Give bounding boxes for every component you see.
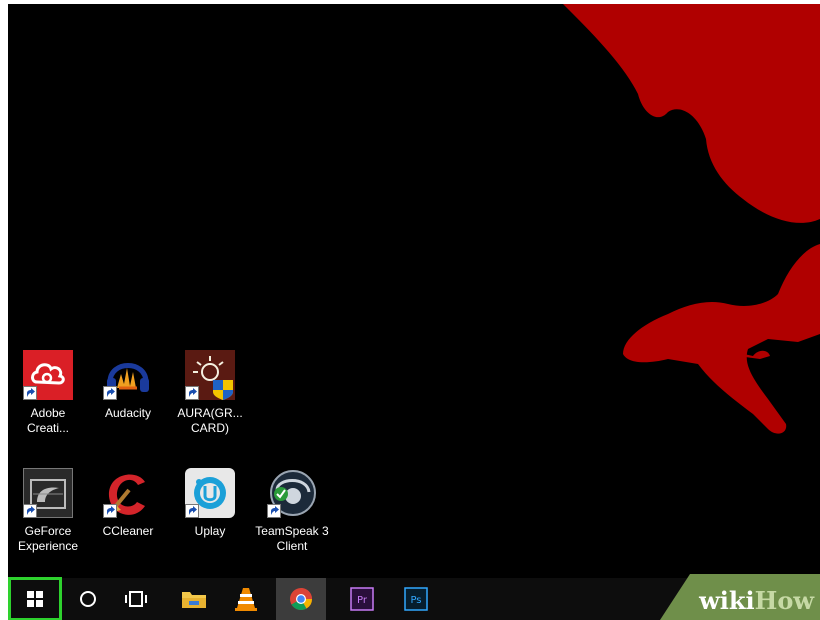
taskbar-premiere[interactable]: Pr <box>338 578 386 620</box>
uplay-icon <box>185 468 235 518</box>
wikihow-logo: wikiHow <box>699 586 814 615</box>
wikihow-watermark: wikiHow <box>660 574 820 620</box>
desktop-icon-aura[interactable]: AURA(GR... CARD) <box>172 350 248 436</box>
folder-icon <box>182 592 206 608</box>
desktop-icon-label: CCleaner <box>102 524 154 538</box>
desktop-screen: Adobe Creati... Audacity AURA(GR... CARD… <box>8 4 820 620</box>
desktop-icon-label: Uplay <box>194 524 226 538</box>
taskbar-photoshop[interactable]: Ps <box>392 578 440 620</box>
teamspeak-icon <box>267 468 317 518</box>
aura-icon <box>185 350 235 400</box>
desktop-icon-teamspeak[interactable]: TeamSpeak 3 Client <box>254 468 330 554</box>
taskbar-vlc[interactable] <box>222 578 270 620</box>
search-button[interactable] <box>64 578 112 620</box>
desktop-icon-label: GeForce Experience <box>17 524 79 553</box>
vlc-cone-icon <box>235 588 257 611</box>
shortcut-arrow-icon <box>185 504 199 518</box>
premiere-icon: Pr <box>350 587 374 611</box>
desktop-icon-audacity[interactable]: Audacity <box>90 350 166 421</box>
desktop-icon-label: Audacity <box>104 406 152 420</box>
taskbar: Pr Ps wikiHow <box>8 574 820 620</box>
desktop-icon-uplay[interactable]: Uplay <box>172 468 248 539</box>
shortcut-arrow-icon <box>267 504 281 518</box>
shortcut-arrow-icon <box>23 504 37 518</box>
geforce-experience-icon <box>22 467 74 519</box>
shortcut-arrow-icon <box>185 386 199 400</box>
desktop-icon-label: TeamSpeak 3 Client <box>255 524 329 553</box>
taskbar-file-explorer[interactable] <box>170 578 218 620</box>
desktop-icon-ccleaner[interactable]: CCleaner <box>90 468 166 539</box>
audacity-icon <box>103 350 153 400</box>
photoshop-icon: Ps <box>404 587 428 611</box>
desktop-icon-geforce-experience[interactable]: GeForce Experience <box>10 467 86 554</box>
windows-logo-icon <box>27 591 43 607</box>
shortcut-arrow-icon <box>103 386 117 400</box>
task-view-icon <box>125 591 147 607</box>
desktop-icon-adobe-creative-cloud[interactable]: Adobe Creati... <box>10 350 86 436</box>
task-view-button[interactable] <box>112 578 160 620</box>
svg-text:Pr: Pr <box>357 595 368 606</box>
chrome-icon <box>290 588 312 610</box>
desktop-icon-label: Adobe Creati... <box>26 406 69 435</box>
shortcut-arrow-icon <box>103 504 117 518</box>
taskbar-chrome[interactable] <box>276 578 326 620</box>
desktop-icon-label: AURA(GR... CARD) <box>177 406 243 435</box>
svg-text:Ps: Ps <box>410 595 421 606</box>
adobe-creative-cloud-icon <box>23 350 73 400</box>
ccleaner-icon <box>103 468 153 518</box>
start-button[interactable] <box>8 577 62 620</box>
shortcut-arrow-icon <box>23 386 37 400</box>
cortana-circle-icon <box>80 591 96 607</box>
